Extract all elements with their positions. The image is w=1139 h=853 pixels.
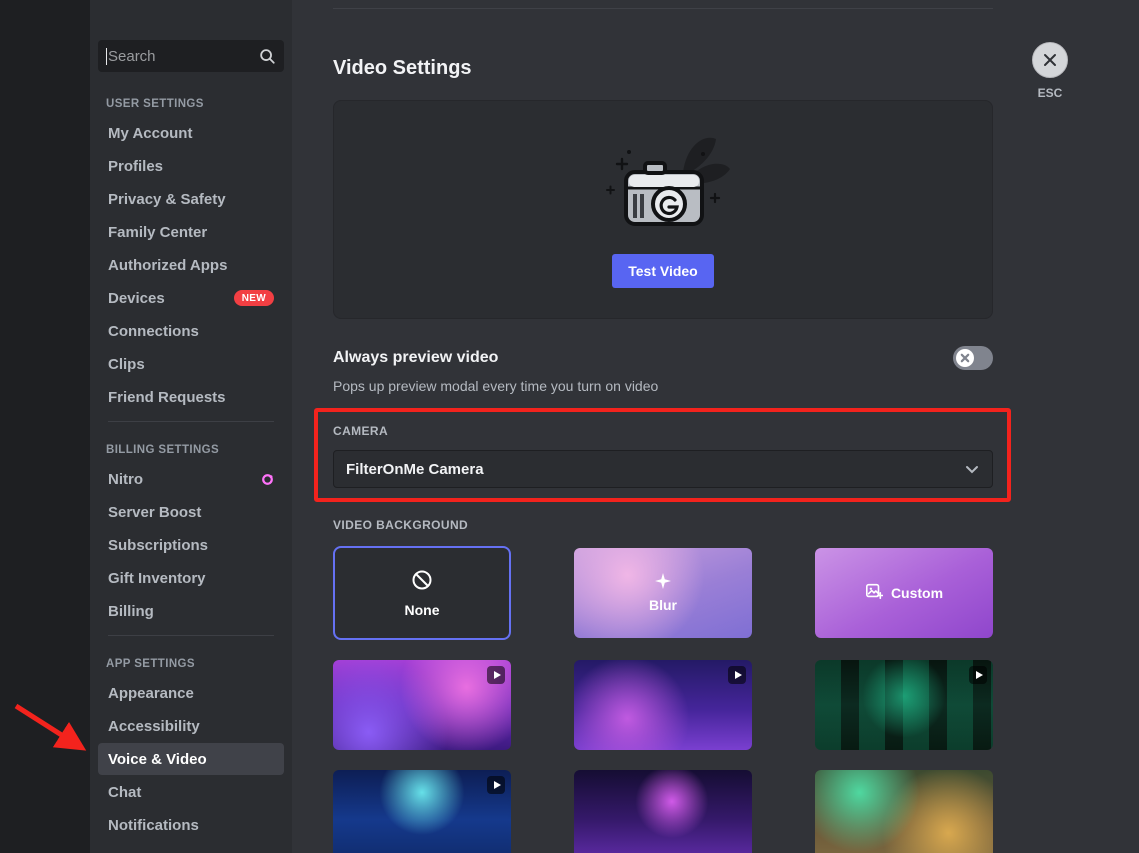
sidebar-divider	[108, 635, 274, 636]
sidebar-item-label: Subscriptions	[108, 537, 208, 554]
search-input[interactable]	[108, 48, 258, 65]
sidebar-item-label: Devices	[108, 290, 165, 307]
sidebar-item-label: Connections	[108, 323, 199, 340]
tile-label: Blur	[649, 597, 677, 613]
background-thumbnail-4[interactable]	[333, 770, 511, 853]
sidebar-item-profiles[interactable]: Profiles	[98, 150, 284, 182]
sidebar-item-label: Billing	[108, 603, 154, 620]
background-thumbnail-3[interactable]	[815, 660, 993, 750]
sidebar-item-connections[interactable]: Connections	[98, 315, 284, 347]
camera-select[interactable]: FilterOnMe Camera	[333, 450, 993, 488]
play-icon	[487, 666, 505, 684]
sidebar-item-label: Server Boost	[108, 504, 201, 521]
always-preview-toggle[interactable]	[953, 346, 993, 370]
sidebar-item-label: Appearance	[108, 685, 194, 702]
close-settings-button[interactable]: ESC	[1028, 42, 1072, 100]
sidebar-item-nitro[interactable]: Nitro	[98, 463, 284, 495]
sidebar-item-label: Privacy & Safety	[108, 191, 226, 208]
sidebar-item-label: Chat	[108, 784, 141, 801]
chevron-down-icon	[964, 461, 980, 477]
close-icon[interactable]	[1032, 42, 1068, 78]
section-header-billing-settings: BILLING SETTINGS	[96, 430, 286, 462]
left-rail	[0, 0, 90, 853]
sidebar-item-devices[interactable]: Devices NEW	[98, 282, 284, 314]
background-option-none[interactable]: None	[333, 546, 511, 640]
sidebar-item-accessibility[interactable]: Accessibility	[98, 710, 284, 742]
sidebar-item-subscriptions[interactable]: Subscriptions	[98, 529, 284, 561]
section-divider	[333, 8, 993, 9]
sidebar-item-appearance[interactable]: Appearance	[98, 677, 284, 709]
background-thumbnail-2[interactable]	[574, 660, 752, 750]
camera-illustration	[583, 132, 743, 244]
sidebar-item-gift-inventory[interactable]: Gift Inventory	[98, 562, 284, 594]
sidebar-item-my-account[interactable]: My Account	[98, 117, 284, 149]
sidebar-item-label: Clips	[108, 356, 145, 373]
search-box[interactable]	[98, 40, 284, 72]
background-option-blur[interactable]: Blur	[574, 548, 752, 638]
image-plus-icon	[865, 582, 883, 605]
camera-select-value: FilterOnMe Camera	[346, 461, 484, 478]
esc-label: ESC	[1028, 86, 1072, 100]
new-badge: NEW	[234, 290, 274, 306]
tile-label: None	[405, 602, 440, 618]
sidebar-item-authorized-apps[interactable]: Authorized Apps	[98, 249, 284, 281]
test-video-button[interactable]: Test Video	[612, 254, 714, 288]
nitro-gem-icon	[261, 473, 274, 486]
sidebar-item-label: Accessibility	[108, 718, 200, 735]
sidebar-divider	[108, 421, 274, 422]
sidebar-item-label: Friend Requests	[108, 389, 226, 406]
camera-label: CAMERA	[333, 424, 993, 438]
sidebar-item-label: Authorized Apps	[108, 257, 227, 274]
play-icon	[728, 666, 746, 684]
background-option-custom[interactable]: Custom	[815, 548, 993, 638]
text-caret	[106, 48, 107, 65]
section-header-user-settings: USER SETTINGS	[96, 84, 286, 116]
sidebar-item-notifications[interactable]: Notifications	[98, 809, 284, 841]
sidebar-item-label: Voice & Video	[108, 751, 207, 768]
tile-label: Custom	[891, 585, 943, 601]
none-icon	[411, 569, 433, 596]
play-icon	[969, 666, 987, 684]
video-preview-panel: Test Video	[333, 100, 993, 319]
settings-content: Video Settings	[292, 0, 1139, 853]
sidebar-item-clips[interactable]: Clips	[98, 348, 284, 380]
sidebar-item-label: Nitro	[108, 471, 143, 488]
video-background-label: VIDEO BACKGROUND	[333, 518, 993, 532]
play-icon	[487, 776, 505, 794]
page-title: Video Settings	[333, 57, 993, 80]
background-thumbnail-6[interactable]	[815, 770, 993, 853]
video-background-grid: None Blur	[333, 546, 993, 853]
settings-sidebar: USER SETTINGS My Account Profiles Privac…	[90, 0, 292, 853]
background-thumbnail-1[interactable]	[333, 660, 511, 750]
sidebar-item-billing[interactable]: Billing	[98, 595, 284, 627]
sidebar-item-server-boost[interactable]: Server Boost	[98, 496, 284, 528]
sidebar-item-chat[interactable]: Chat	[98, 776, 284, 808]
sidebar-item-friend-requests[interactable]: Friend Requests	[98, 381, 284, 413]
toggle-off-icon	[956, 349, 974, 367]
sidebar-item-privacy-safety[interactable]: Privacy & Safety	[98, 183, 284, 215]
sidebar-item-label: Gift Inventory	[108, 570, 206, 587]
sidebar-item-label: Profiles	[108, 158, 163, 175]
sidebar-item-label: Family Center	[108, 224, 207, 241]
sidebar-item-family-center[interactable]: Family Center	[98, 216, 284, 248]
sidebar-item-label: My Account	[108, 125, 192, 142]
always-preview-label: Always preview video	[333, 349, 498, 367]
sidebar-item-label: Notifications	[108, 817, 199, 834]
search-icon	[258, 47, 276, 65]
sidebar-item-voice-video[interactable]: Voice & Video	[98, 743, 284, 775]
discord-settings-window: USER SETTINGS My Account Profiles Privac…	[0, 0, 1139, 853]
background-thumbnail-5[interactable]	[574, 770, 752, 853]
sparkle-icon	[655, 573, 671, 594]
section-header-app-settings: APP SETTINGS	[96, 644, 286, 676]
always-preview-description: Pops up preview modal every time you tur…	[333, 378, 993, 394]
